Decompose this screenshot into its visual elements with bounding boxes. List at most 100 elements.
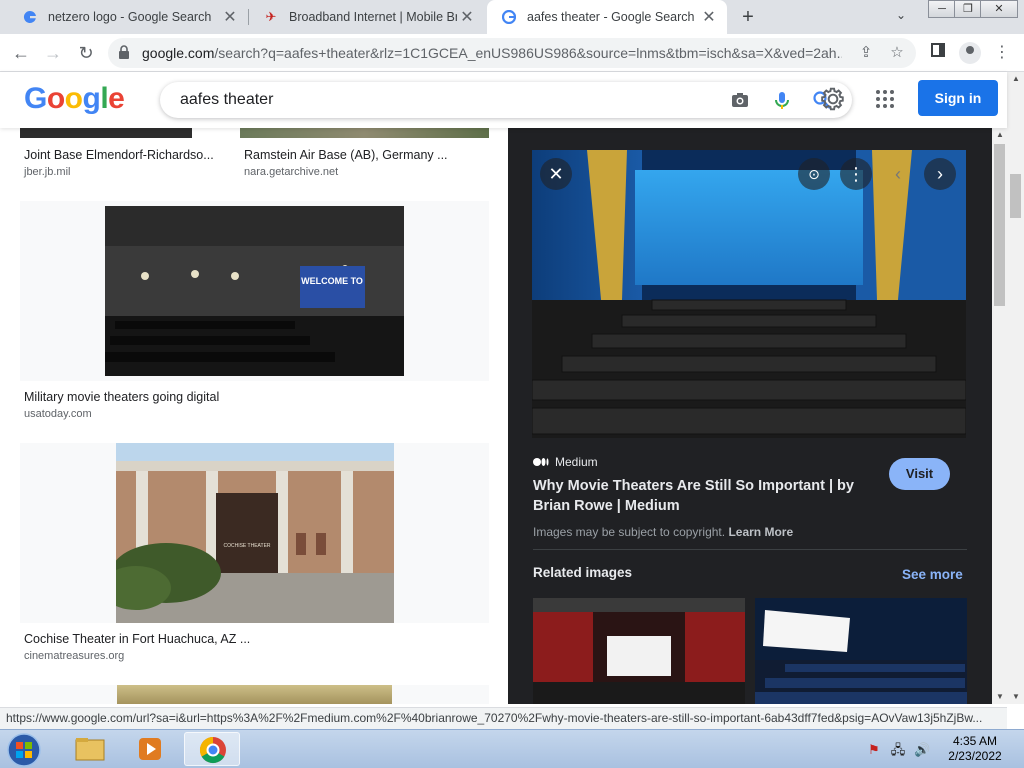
tab-close-icon[interactable]: ✕ xyxy=(699,7,719,27)
search-input[interactable] xyxy=(180,91,680,109)
cochise-sign-text: COCHISE THEATER xyxy=(223,543,270,549)
network-icon[interactable]: 🖧 xyxy=(890,742,906,758)
google-logo[interactable]: Google xyxy=(24,82,125,116)
reload-icon[interactable]: ↻ xyxy=(74,41,98,65)
bookmark-star-icon[interactable]: ☆ xyxy=(888,44,906,62)
medium-logo-icon xyxy=(533,458,549,466)
result-source[interactable]: jber.jb.mil xyxy=(24,166,70,178)
forward-arrow-icon[interactable]: → xyxy=(41,41,65,65)
result-source[interactable]: cinematreasures.org xyxy=(24,650,124,662)
system-clock[interactable]: 4:35 AM 2/23/2022 xyxy=(936,734,1014,764)
google-favicon-icon xyxy=(22,9,38,25)
clock-time: 4:35 AM xyxy=(952,734,998,748)
clock-date: 2/23/2022 xyxy=(948,749,1002,763)
tab-title: aafes theater - Google Search xyxy=(527,10,695,24)
preview-image[interactable]: ✕ ⊙ ⋮ ‹ › xyxy=(532,150,966,438)
windows-start-icon[interactable] xyxy=(4,731,44,768)
previous-image-icon[interactable]: ‹ xyxy=(882,158,914,190)
media-player-icon xyxy=(139,738,161,760)
tab-title: netzero logo - Google Search xyxy=(48,10,212,24)
image-preview-panel: ✕ ⊙ ⋮ ‹ › Medium Why Movie Theaters Are … xyxy=(508,128,992,704)
lock-icon xyxy=(119,45,129,59)
scrollbar-thumb[interactable] xyxy=(1010,174,1021,218)
microphone-icon[interactable] xyxy=(772,90,792,110)
result-thumbnail-military-theater: WELCOME TO xyxy=(105,206,404,376)
scroll-up-arrow-icon[interactable]: ▲ xyxy=(1012,74,1020,83)
settings-gear-icon[interactable] xyxy=(820,86,846,112)
volume-icon[interactable]: 🔊 xyxy=(914,742,930,758)
result-title[interactable]: Joint Base Elmendorf-Richardso... xyxy=(24,148,214,162)
see-more-link[interactable]: See more xyxy=(902,567,963,582)
chrome-icon xyxy=(199,736,226,764)
welcome-screen-text: WELCOME TO xyxy=(301,276,363,286)
address-bar[interactable]: google.com/search?q=aafes+theater&rlz=1C… xyxy=(108,38,916,68)
folder-icon xyxy=(75,738,105,761)
result-card[interactable] xyxy=(20,685,489,704)
minimize-button[interactable]: ─ xyxy=(928,0,956,18)
menu-kebab-icon[interactable]: ⋮ xyxy=(992,43,1012,63)
browser-toolbar: ← → ↻ google.com/search?q=aafes+theater&… xyxy=(0,34,1024,72)
close-window-button[interactable]: ✕ xyxy=(980,0,1018,18)
tab-close-icon[interactable]: ✕ xyxy=(220,7,240,27)
page-scrollbar[interactable]: ▲ ▼ xyxy=(1007,72,1024,704)
tab-title: Broadband Internet | Mobile Broa xyxy=(289,10,457,24)
google-header: Google Sign in xyxy=(0,72,1007,128)
tab-netzero[interactable]: netzero logo - Google Search ✕ xyxy=(8,0,248,34)
related-image-red-theater[interactable] xyxy=(533,598,745,704)
google-favicon-icon xyxy=(501,9,517,25)
tab-strip: netzero logo - Google Search ✕ ✈ Broadba… xyxy=(0,0,1024,34)
profile-avatar-icon[interactable] xyxy=(959,42,981,64)
camera-icon[interactable] xyxy=(730,90,750,110)
more-options-icon[interactable]: ⋮ xyxy=(840,158,872,190)
sign-in-button[interactable]: Sign in xyxy=(918,80,998,116)
theater-preview-photo xyxy=(532,150,966,438)
preview-source-name: Medium xyxy=(555,455,598,469)
related-images-heading: Related images xyxy=(533,565,633,580)
result-card[interactable]: COCHISE THEATER xyxy=(20,443,489,623)
side-panel-icon[interactable] xyxy=(928,43,948,63)
close-preview-button[interactable]: ✕ xyxy=(540,158,572,190)
media-player-taskbar-button[interactable] xyxy=(122,732,178,766)
result-title[interactable]: Ramstein Air Base (AB), Germany ... xyxy=(244,148,448,162)
result-title[interactable]: Cochise Theater in Fort Huachuca, AZ ... xyxy=(24,632,250,646)
apps-grid-icon[interactable] xyxy=(876,90,894,108)
file-explorer-taskbar-button[interactable] xyxy=(62,732,118,766)
search-box[interactable] xyxy=(160,82,852,118)
result-source[interactable]: usatoday.com xyxy=(24,408,92,420)
tab-aafes-theater[interactable]: aafes theater - Google Search ✕ xyxy=(487,0,727,34)
new-tab-button[interactable]: + xyxy=(737,6,759,28)
scroll-down-arrow-icon[interactable]: ▼ xyxy=(996,692,1004,701)
action-center-flag-icon[interactable]: ⚑ xyxy=(866,742,882,758)
learn-more-link[interactable]: Learn More xyxy=(728,525,793,539)
tab-broadband[interactable]: ✈ Broadband Internet | Mobile Broa ✕ xyxy=(249,0,485,34)
result-source[interactable]: nara.getarchive.net xyxy=(244,166,338,178)
preview-title[interactable]: Why Movie Theaters Are Still So Importan… xyxy=(533,476,863,516)
result-card[interactable]: WELCOME TO xyxy=(20,201,489,381)
divider xyxy=(533,549,967,550)
back-arrow-icon[interactable]: ← xyxy=(9,41,33,65)
maximize-button[interactable]: ❐ xyxy=(954,0,982,18)
share-icon[interactable]: ⇪ xyxy=(857,44,875,62)
chrome-taskbar-button[interactable] xyxy=(184,732,240,766)
lens-search-icon[interactable]: ⊙ xyxy=(798,158,830,190)
result-thumbnail-next xyxy=(117,685,392,704)
next-image-icon[interactable]: › xyxy=(924,158,956,190)
image-results-grid: Joint Base Elmendorf-Richardso... jber.j… xyxy=(0,128,508,704)
result-thumbnail-cochise-theater: COCHISE THEATER xyxy=(116,443,394,623)
url-text: google.com/search?q=aafes+theater&rlz=1C… xyxy=(142,45,842,61)
result-title[interactable]: Military movie theaters going digital xyxy=(24,390,219,404)
tab-search-chevron-icon[interactable]: ⌄ xyxy=(896,8,906,22)
windows-taskbar: ⚑ 🖧 🔊 4:35 AM 2/23/2022 xyxy=(0,729,1024,768)
copyright-notice: Images may be subject to copyright. Lear… xyxy=(533,525,794,539)
visit-button[interactable]: Visit xyxy=(889,458,950,490)
preview-panel-scrollbar[interactable]: ▲ ▼ xyxy=(992,128,1007,704)
result-thumbnail-jber[interactable] xyxy=(20,128,192,138)
link-status-bar: https://www.google.com/url?sa=i&url=http… xyxy=(0,707,1007,729)
preview-source[interactable]: Medium xyxy=(533,455,598,469)
scroll-down-arrow-icon[interactable]: ▼ xyxy=(1012,692,1020,701)
scrollbar-thumb[interactable] xyxy=(994,144,1005,306)
related-image-blue-theater[interactable] xyxy=(755,598,967,704)
scroll-up-arrow-icon[interactable]: ▲ xyxy=(996,130,1004,139)
tab-close-icon[interactable]: ✕ xyxy=(457,7,477,27)
result-thumbnail-ramstein[interactable] xyxy=(240,128,489,138)
